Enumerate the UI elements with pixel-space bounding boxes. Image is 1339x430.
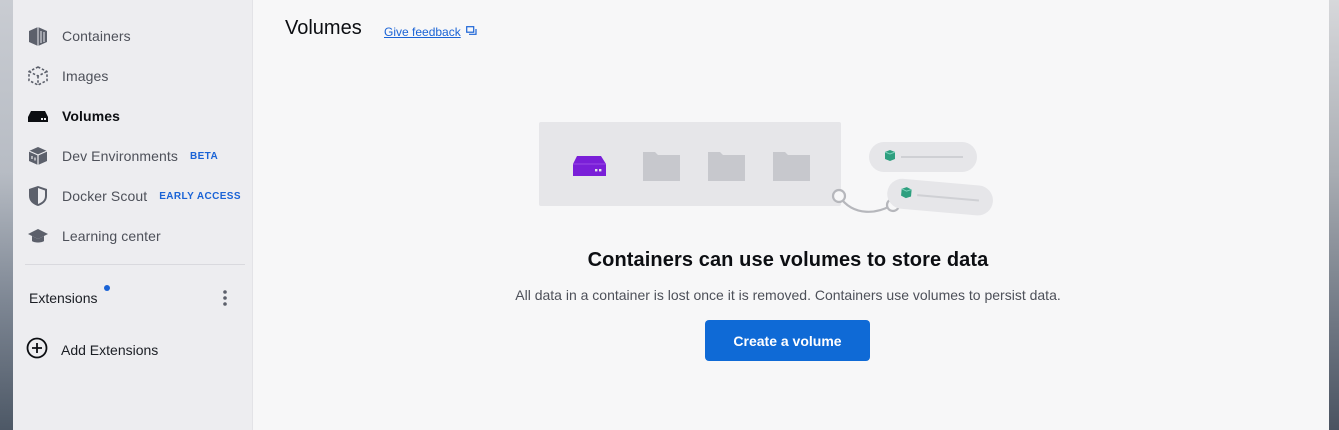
early-access-badge: EARLY ACCESS bbox=[159, 190, 241, 202]
desktop-wallpaper-right bbox=[1329, 0, 1339, 430]
folder-icon bbox=[643, 152, 810, 181]
extensions-heading: Extensions bbox=[29, 290, 98, 306]
extensions-notification-dot bbox=[104, 285, 110, 291]
sidebar-item-dev-environments[interactable]: Dev Environments BETA bbox=[13, 136, 253, 176]
desktop-wallpaper-left bbox=[0, 0, 13, 430]
add-extensions-button[interactable]: Add Extensions bbox=[26, 336, 158, 364]
sidebar-item-docker-scout[interactable]: Docker Scout EARLY ACCESS bbox=[13, 176, 253, 216]
volume-drive-icon bbox=[573, 156, 606, 176]
docker-scout-icon bbox=[26, 184, 50, 208]
sidebar-item-label: Volumes bbox=[62, 108, 121, 124]
kebab-menu-icon bbox=[223, 290, 227, 306]
images-icon bbox=[26, 64, 50, 88]
feedback-icon bbox=[465, 25, 477, 39]
main-content: Volumes Give feedback Containers can use… bbox=[254, 0, 1329, 430]
beta-badge: BETA bbox=[189, 150, 219, 162]
give-feedback-link[interactable]: Give feedback bbox=[384, 25, 477, 39]
empty-state-headline: Containers can use volumes to store data bbox=[587, 249, 989, 271]
add-extensions-label: Add Extensions bbox=[61, 342, 159, 358]
container-cube-icon bbox=[884, 150, 896, 161]
sidebar-item-label: Learning center bbox=[62, 228, 161, 244]
add-circle-icon bbox=[26, 337, 48, 364]
sidebar-item-label: Docker Scout bbox=[62, 188, 148, 204]
sidebar-item-volumes[interactable]: Volumes bbox=[13, 96, 253, 136]
empty-state-description: All data in a container is lost once it … bbox=[515, 287, 1061, 303]
extensions-more-menu-button[interactable] bbox=[213, 288, 237, 308]
sidebar-item-learning-center[interactable]: Learning center bbox=[13, 216, 253, 256]
sidebar-item-images[interactable]: Images bbox=[13, 56, 253, 96]
sidebar-item-label: Dev Environments bbox=[62, 148, 178, 164]
sidebar-divider bbox=[25, 264, 245, 265]
containers-icon bbox=[26, 24, 50, 48]
sidebar-item-label: Containers bbox=[62, 28, 131, 44]
create-volume-button[interactable]: Create a volume bbox=[705, 320, 870, 361]
page-title: Volumes bbox=[285, 17, 362, 39]
sidebar-item-label: Images bbox=[62, 68, 109, 84]
learning-center-icon bbox=[26, 224, 50, 248]
empty-state-illustration bbox=[539, 118, 999, 233]
give-feedback-label: Give feedback bbox=[384, 25, 461, 39]
volumes-icon bbox=[26, 104, 50, 128]
sidebar: Containers Images Volumes Dev Environmen… bbox=[13, 0, 253, 430]
dev-environments-icon bbox=[26, 144, 50, 168]
sidebar-item-containers[interactable]: Containers bbox=[13, 16, 253, 56]
